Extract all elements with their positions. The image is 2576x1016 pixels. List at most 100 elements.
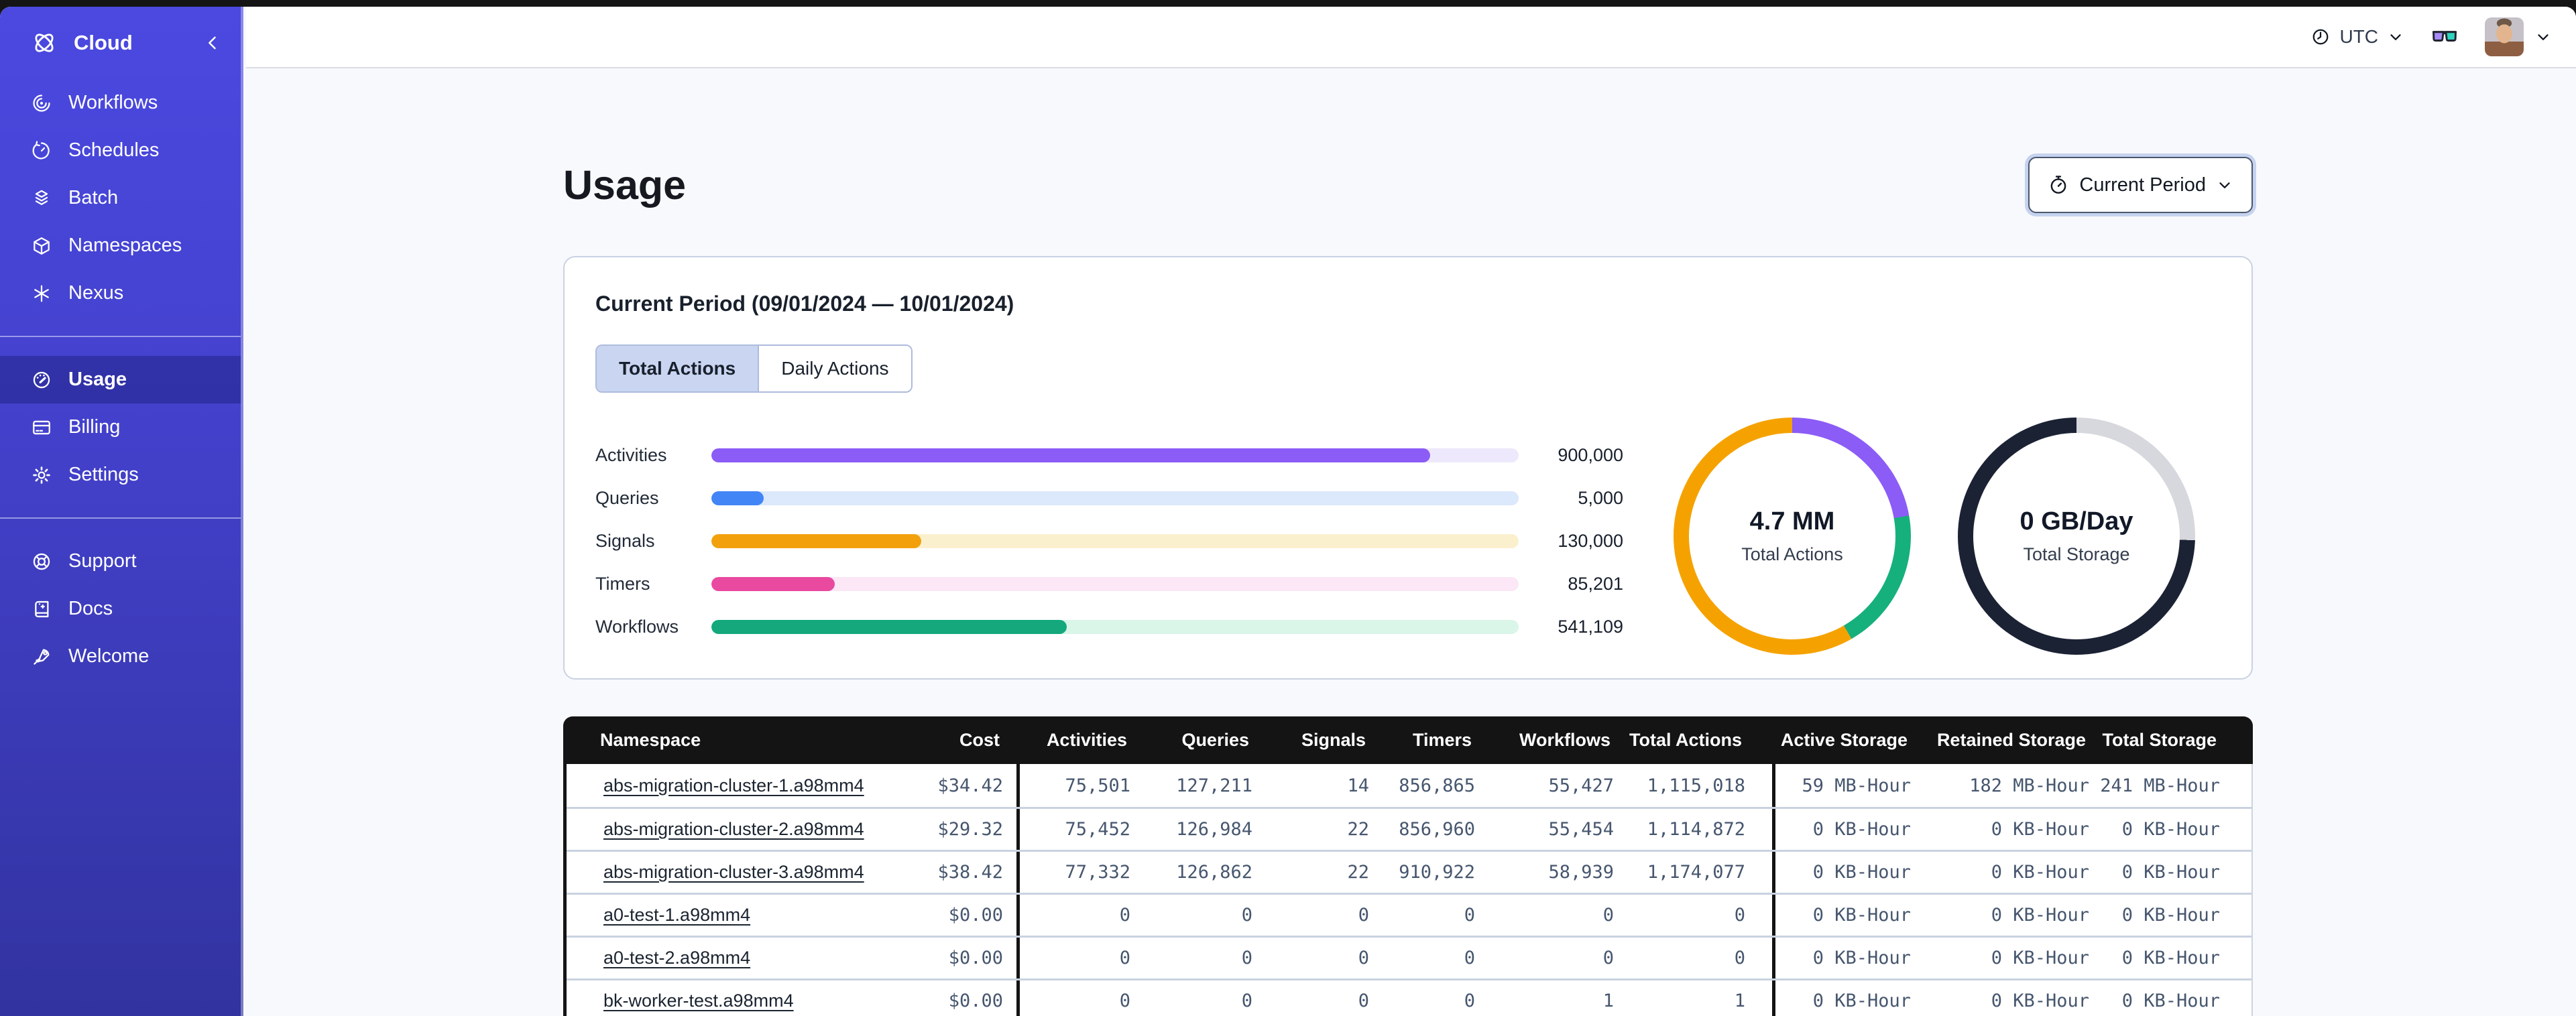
namespace-cell: bk-worker-test.a98mm4 <box>567 980 912 1016</box>
settings-icon <box>31 464 52 486</box>
cloud-logo[interactable]: Cloud <box>0 7 241 79</box>
activities-cell: 0 <box>1016 895 1130 936</box>
chevron-down-icon[interactable] <box>2534 28 2552 46</box>
donut-charts: 4.7 MM Total Actions 0 GB/Day Total Stor… <box>1674 418 2195 655</box>
tab[interactable]: Total Actions <box>597 346 758 391</box>
namespace-link[interactable]: a0-test-1.a98mm4 <box>603 905 750 926</box>
timers-cell: 0 <box>1464 991 1475 1011</box>
timezone-label: UTC <box>2339 26 2378 47</box>
sidebar-item-batch[interactable]: Batch <box>0 174 241 222</box>
retained-storage-cell: 182 MB-Hour <box>1969 775 2089 796</box>
namespace-link[interactable]: bk-worker-test.a98mm4 <box>603 991 794 1011</box>
total-actions-cell: 1,115,018 <box>1647 775 1745 796</box>
column-header-total-actions: Total Actions <box>1629 730 1742 750</box>
usage-bar-value: 541,109 <box>1558 617 1623 637</box>
sidebar-item-label: Settings <box>68 464 139 485</box>
namespace-usage-table: Namespace Cost Activities Queries Signal… <box>563 716 2253 1016</box>
namespace-link[interactable]: abs-migration-cluster-1.a98mm4 <box>603 775 864 796</box>
sidebar-item-label: Support <box>68 550 137 572</box>
column-header-timers: Timers <box>1412 730 1472 750</box>
queries-cell: 126,984 <box>1176 819 1252 840</box>
namespace-link[interactable]: abs-migration-cluster-3.a98mm4 <box>603 862 864 883</box>
sidebar-divider <box>0 517 241 519</box>
sidebar-item-billing[interactable]: Billing <box>0 403 241 451</box>
usage-bar-track <box>711 491 1519 505</box>
sidebar-item-nexus[interactable]: Nexus <box>0 269 241 317</box>
namespace-cell: a0-test-2.a98mm4 <box>567 938 912 978</box>
namespace-cell: abs-migration-cluster-3.a98mm4 <box>567 852 912 893</box>
usage-bar-label: Timers <box>595 574 650 594</box>
sidebar-item-label: Billing <box>68 416 121 438</box>
sidebar-item-workflows[interactable]: Workflows <box>0 79 241 127</box>
signals-cell: 0 <box>1358 905 1369 926</box>
usage-bar-fill <box>711 577 835 591</box>
sidebar-item-settings[interactable]: Settings <box>0 451 241 499</box>
sidebar-item-label: Nexus <box>68 282 124 304</box>
clock-icon <box>2310 27 2331 47</box>
queries-cell: 126,862 <box>1176 862 1252 883</box>
namespace-cell: abs-migration-cluster-2.a98mm4 <box>567 809 912 850</box>
timezone-selector[interactable]: UTC <box>2310 26 2404 48</box>
namespace-cell: a0-test-1.a98mm4 <box>567 895 912 936</box>
active-storage-cell: 0 KB-Hour <box>1772 895 1911 936</box>
billing-icon <box>31 417 52 438</box>
total-storage-cell: 0 KB-Hour <box>2121 905 2220 926</box>
total-actions-value: 4.7 MM <box>1749 507 1835 535</box>
glasses-icon[interactable] <box>2430 22 2459 52</box>
sidebar-item-usage[interactable]: Usage <box>0 356 241 403</box>
sidebar-item-label: Welcome <box>68 645 150 667</box>
sidebar-nav-account: Usage Billing Settings <box>0 356 241 499</box>
usage-bar-value: 130,000 <box>1558 531 1623 551</box>
card-title: Current Period (09/01/2024 — 10/01/2024) <box>595 292 1014 316</box>
column-header-signals: Signals <box>1301 730 1366 750</box>
queries-cell: 0 <box>1241 948 1252 968</box>
usage-bar-row: Activities 900,000 <box>595 445 1623 465</box>
tab[interactable]: Daily Actions <box>758 346 911 391</box>
namespace-link[interactable]: abs-migration-cluster-2.a98mm4 <box>603 819 864 840</box>
retained-storage-cell: 0 KB-Hour <box>1991 905 2089 926</box>
total-storage-donut: 0 GB/Day Total Storage <box>1958 418 2195 655</box>
total-storage-value: 0 GB/Day <box>2019 507 2133 535</box>
total-storage-caption: Total Storage <box>2023 544 2130 564</box>
column-header-retained-storage: Retained Storage <box>1936 730 2086 750</box>
sidebar: Cloud Workflows Schedules Batch Namespac… <box>0 7 243 1016</box>
docs-icon <box>31 598 52 620</box>
usage-bar-row: Queries 5,000 <box>595 488 1623 508</box>
workflows-cell: 0 <box>1602 905 1614 926</box>
period-selector-button[interactable]: Current Period <box>2028 157 2253 213</box>
tab-label: Daily Actions <box>781 358 889 379</box>
usage-icon <box>31 369 52 391</box>
user-avatar[interactable] <box>2485 17 2524 56</box>
usage-bar-track <box>711 534 1519 548</box>
cost-cell: $0.00 <box>948 905 1003 926</box>
page-title: Usage <box>563 162 687 208</box>
sidebar-item-docs[interactable]: Docs <box>0 585 241 633</box>
table-body: abs-migration-cluster-1.a98mm4 $34.42 75… <box>563 764 2253 1016</box>
cost-cell: $0.00 <box>948 991 1003 1011</box>
cost-cell: $29.32 <box>937 819 1003 840</box>
namespace-link[interactable]: a0-test-2.a98mm4 <box>603 948 750 968</box>
activities-cell: 75,501 <box>1016 764 1130 807</box>
column-header-queries: Queries <box>1181 730 1249 750</box>
sidebar-item-namespaces[interactable]: Namespaces <box>0 222 241 269</box>
welcome-icon <box>31 646 52 668</box>
stopwatch-icon <box>2048 174 2069 196</box>
usage-bar-fill <box>711 620 1067 634</box>
timers-cell: 856,960 <box>1399 819 1475 840</box>
sidebar-item-schedules[interactable]: Schedules <box>0 127 241 174</box>
sidebar-item-support[interactable]: Support <box>0 537 241 585</box>
sidebar-collapse-button[interactable] <box>203 34 222 52</box>
total-storage-cell: 0 KB-Hour <box>2121 819 2220 840</box>
usage-bar-track <box>711 620 1519 634</box>
workflows-cell: 55,454 <box>1548 819 1614 840</box>
cost-cell: $38.42 <box>937 862 1003 883</box>
tab-label: Total Actions <box>619 358 736 379</box>
sidebar-item-label: Batch <box>68 187 119 208</box>
column-header-activities: Activities <box>1046 730 1127 750</box>
column-header-namespace: Namespace <box>600 730 701 750</box>
active-storage-cell: 0 KB-Hour <box>1772 852 1911 893</box>
retained-storage-cell: 0 KB-Hour <box>1991 991 2089 1011</box>
sidebar-item-welcome[interactable]: Welcome <box>0 633 241 680</box>
usage-bar-label: Workflows <box>595 617 679 637</box>
retained-storage-cell: 0 KB-Hour <box>1991 862 2089 883</box>
